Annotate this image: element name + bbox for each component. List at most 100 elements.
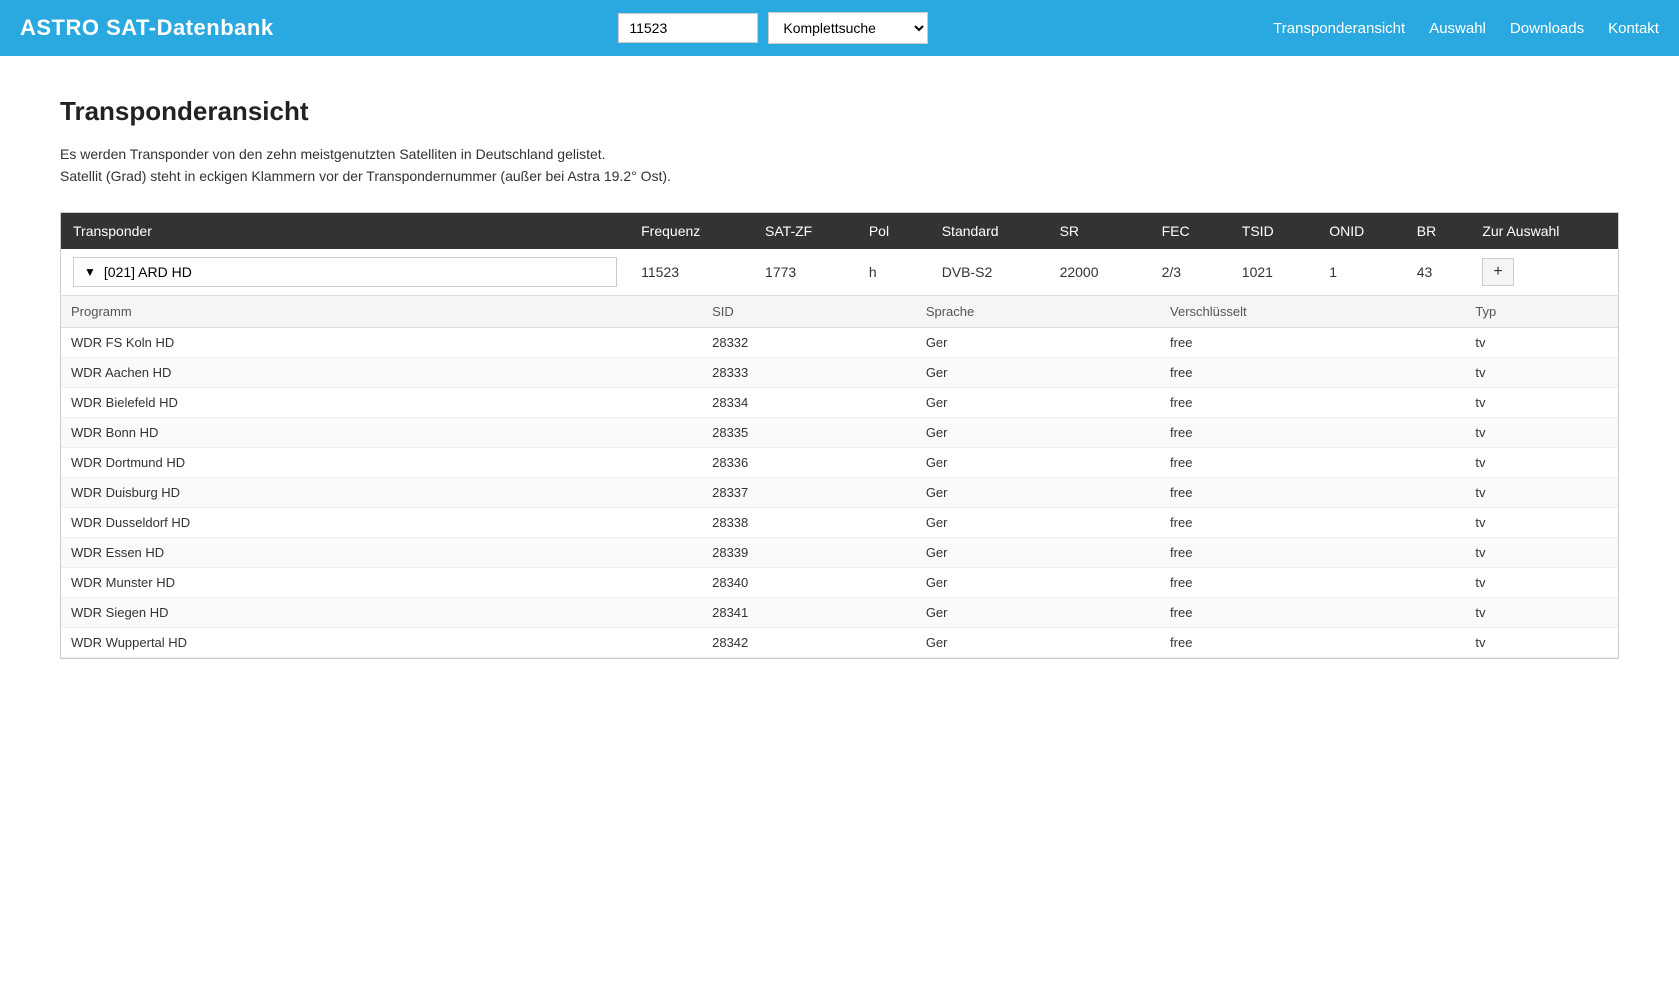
sr-cell: 22000 (1048, 249, 1150, 296)
col-header-tsid: TSID (1230, 212, 1317, 249)
tsid-cell: 1021 (1230, 249, 1317, 296)
program-typ: tv (1465, 417, 1618, 447)
page-title: Transponderansicht (60, 96, 1619, 127)
program-programm: WDR Bielefeld HD (61, 387, 702, 417)
list-item: WDR Aachen HD28333Gerfreetv (61, 357, 1618, 387)
program-sprache: Ger (916, 477, 1160, 507)
list-item: WDR Bielefeld HD28334Gerfreetv (61, 387, 1618, 417)
program-sid: 28342 (702, 627, 916, 657)
table-header-row: Transponder Frequenz SAT-ZF Pol Standard… (61, 212, 1619, 249)
nav-kontakt[interactable]: Kontakt (1608, 20, 1659, 37)
pol-cell: h (857, 249, 930, 296)
program-programm: WDR Siegen HD (61, 597, 702, 627)
program-typ: tv (1465, 447, 1618, 477)
sub-col-programm: Programm (61, 296, 702, 328)
sub-col-verschluesselt: Verschlüsselt (1160, 296, 1465, 328)
list-item: WDR Dortmund HD28336Gerfreetv (61, 447, 1618, 477)
program-programm: WDR Duisburg HD (61, 477, 702, 507)
program-typ: tv (1465, 507, 1618, 537)
nav-transponderansicht[interactable]: Transponderansicht (1273, 20, 1405, 37)
program-programm: WDR Aachen HD (61, 357, 702, 387)
nav-downloads[interactable]: Downloads (1510, 20, 1584, 37)
header: ASTRO SAT-Datenbank Komplettsuche Schnel… (0, 0, 1679, 56)
program-sprache: Ger (916, 387, 1160, 417)
program-programm: WDR FS Koln HD (61, 327, 702, 357)
program-typ: tv (1465, 357, 1618, 387)
program-sprache: Ger (916, 417, 1160, 447)
sub-header-row: Programm SID Sprache Verschlüsselt Typ (61, 296, 1618, 328)
desc-line1: Es werden Transponder von den zehn meist… (60, 143, 1619, 165)
program-sid: 28335 (702, 417, 916, 447)
sub-table-cell: Programm SID Sprache Verschlüsselt Typ W… (61, 295, 1619, 658)
program-sid: 28341 (702, 597, 916, 627)
program-verschluesselt: free (1160, 417, 1465, 447)
search-type-select[interactable]: Komplettsuche Schnellsuche (768, 12, 928, 44)
program-programm: WDR Wuppertal HD (61, 627, 702, 657)
program-sid: 28339 (702, 537, 916, 567)
add-to-auswahl-button[interactable]: + (1482, 258, 1513, 286)
program-sid: 28334 (702, 387, 916, 417)
program-sprache: Ger (916, 447, 1160, 477)
program-verschluesselt: free (1160, 537, 1465, 567)
onid-cell: 1 (1317, 249, 1404, 296)
sub-col-typ: Typ (1465, 296, 1618, 328)
frequenz-cell: 11523 (629, 249, 753, 296)
program-verschluesselt: free (1160, 597, 1465, 627)
program-typ: tv (1465, 627, 1618, 657)
program-sprache: Ger (916, 567, 1160, 597)
list-item: WDR Bonn HD28335Gerfreetv (61, 417, 1618, 447)
satzf-cell: 1773 (753, 249, 857, 296)
program-sprache: Ger (916, 507, 1160, 537)
description: Es werden Transponder von den zehn meist… (60, 143, 1619, 188)
header-nav: Transponderansicht Auswahl Downloads Kon… (1273, 20, 1659, 37)
main-content: Transponderansicht Es werden Transponder… (0, 56, 1679, 699)
program-sid: 28333 (702, 357, 916, 387)
col-header-fec: FEC (1150, 212, 1230, 249)
program-typ: tv (1465, 477, 1618, 507)
col-header-br: BR (1405, 212, 1471, 249)
program-sid: 28338 (702, 507, 916, 537)
program-typ: tv (1465, 567, 1618, 597)
program-verschluesselt: free (1160, 567, 1465, 597)
list-item: WDR Siegen HD28341Gerfreetv (61, 597, 1618, 627)
list-item: WDR Duisburg HD28337Gerfreetv (61, 477, 1618, 507)
col-header-sr: SR (1048, 212, 1150, 249)
program-sprache: Ger (916, 597, 1160, 627)
program-programm: WDR Dusseldorf HD (61, 507, 702, 537)
site-title: ASTRO SAT-Datenbank (20, 15, 274, 41)
header-search-area: Komplettsuche Schnellsuche (618, 12, 928, 44)
nav-auswahl[interactable]: Auswahl (1429, 20, 1486, 37)
program-verschluesselt: free (1160, 357, 1465, 387)
fec-cell: 2/3 (1150, 249, 1230, 296)
program-sid: 28337 (702, 477, 916, 507)
sub-table-row: Programm SID Sprache Verschlüsselt Typ W… (61, 295, 1619, 658)
sub-col-sprache: Sprache (916, 296, 1160, 328)
transponder-expand-button[interactable]: ▼ [021] ARD HD (73, 257, 617, 287)
col-header-frequenz: Frequenz (629, 212, 753, 249)
program-sid: 28336 (702, 447, 916, 477)
program-programm: WDR Dortmund HD (61, 447, 702, 477)
list-item: WDR Dusseldorf HD28338Gerfreetv (61, 507, 1618, 537)
program-sprache: Ger (916, 327, 1160, 357)
transponder-cell: ▼ [021] ARD HD (61, 249, 630, 296)
program-programm: WDR Munster HD (61, 567, 702, 597)
program-sprache: Ger (916, 537, 1160, 567)
col-header-transponder: Transponder (61, 212, 630, 249)
programs-table: Programm SID Sprache Verschlüsselt Typ W… (61, 296, 1618, 658)
list-item: WDR Munster HD28340Gerfreetv (61, 567, 1618, 597)
sub-col-sid: SID (702, 296, 916, 328)
col-header-pol: Pol (857, 212, 930, 249)
program-verschluesselt: free (1160, 387, 1465, 417)
program-verschluesselt: free (1160, 507, 1465, 537)
list-item: WDR FS Koln HD28332Gerfreetv (61, 327, 1618, 357)
transponder-table: Transponder Frequenz SAT-ZF Pol Standard… (60, 212, 1619, 659)
search-input[interactable] (618, 13, 758, 43)
expand-arrow-icon: ▼ (84, 265, 96, 279)
program-typ: tv (1465, 327, 1618, 357)
program-typ: tv (1465, 537, 1618, 567)
program-programm: WDR Bonn HD (61, 417, 702, 447)
program-verschluesselt: free (1160, 627, 1465, 657)
col-header-satzf: SAT-ZF (753, 212, 857, 249)
program-verschluesselt: free (1160, 447, 1465, 477)
program-sprache: Ger (916, 627, 1160, 657)
